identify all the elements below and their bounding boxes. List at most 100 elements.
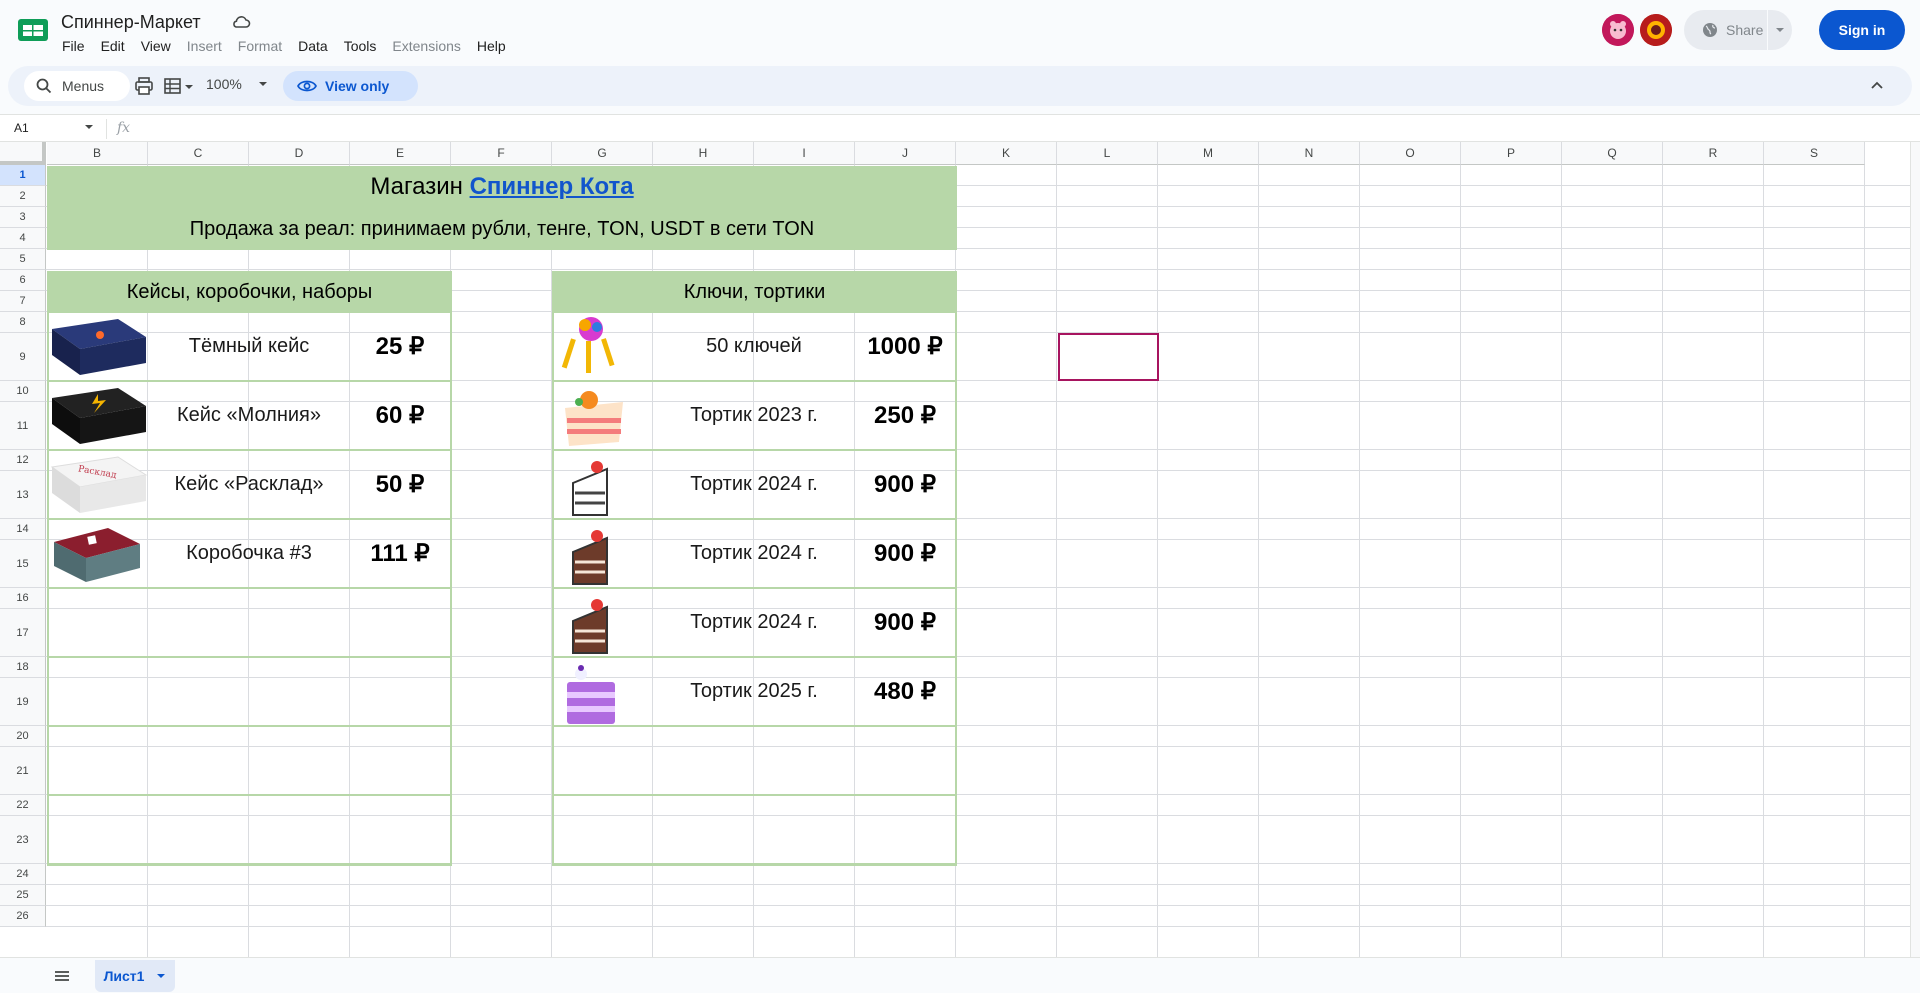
row-header-13[interactable]: 13 (0, 471, 46, 519)
row-header-2[interactable]: 2 (0, 186, 46, 207)
column-header-d[interactable]: D (249, 142, 350, 165)
column-header-g[interactable]: G (552, 142, 653, 165)
view-only-label: View only (325, 78, 390, 94)
vertical-scrollbar[interactable] (1910, 142, 1920, 957)
row-header-21[interactable]: 21 (0, 747, 46, 795)
row-header-17[interactable]: 17 (0, 609, 46, 657)
column-header-o[interactable]: O (1360, 142, 1461, 165)
viewer-avatar[interactable] (1602, 14, 1634, 46)
column-header-e[interactable]: E (350, 142, 451, 165)
selected-cell[interactable] (1058, 333, 1159, 381)
left-table-item-price: 60 ₽ (375, 402, 425, 429)
row-header-14[interactable]: 14 (0, 519, 46, 540)
row-header-9[interactable]: 9 (0, 333, 46, 381)
column-header-j[interactable]: J (855, 142, 956, 165)
menu-tools[interactable]: Tools (336, 36, 385, 56)
row-header-1[interactable]: 1 (0, 165, 46, 186)
sign-in-button[interactable]: Sign in (1819, 10, 1905, 50)
zoom-value: 100% (206, 76, 242, 92)
left-table-item-price: 111 ₽ (370, 540, 430, 567)
row-header-25[interactable]: 25 (0, 885, 46, 906)
menu-view[interactable]: View (133, 36, 179, 56)
all-sheets-menu-icon[interactable] (53, 967, 71, 985)
column-header-l[interactable]: L (1057, 142, 1158, 165)
left-table-item-name: Кейс «Расклад» (174, 473, 324, 495)
cake-2024-choc-icon (572, 529, 608, 585)
left-table-row-separator (47, 725, 452, 727)
menus-search-button[interactable]: Menus (24, 71, 130, 101)
select-all-corner[interactable] (0, 142, 46, 165)
menu-data[interactable]: Data (290, 36, 336, 56)
column-header-q[interactable]: Q (1562, 142, 1663, 165)
column-header-b[interactable]: B (47, 142, 148, 165)
row-header-24[interactable]: 24 (0, 864, 46, 885)
column-header-f[interactable]: F (451, 142, 552, 165)
page-title: Магазин Спиннер Кота (47, 166, 957, 208)
title-link[interactable]: Спиннер Кота (470, 173, 634, 201)
menu-bar: File Edit View Insert Format Data Tools … (54, 36, 514, 56)
menu-extensions: Extensions (392, 38, 461, 54)
row-header-18[interactable]: 18 (0, 657, 46, 678)
column-header-p[interactable]: P (1461, 142, 1562, 165)
menu-file[interactable]: File (54, 36, 93, 56)
column-header-i[interactable]: I (754, 142, 855, 165)
column-header-r[interactable]: R (1663, 142, 1764, 165)
right-table-row-separator (552, 863, 957, 865)
row-header-23[interactable]: 23 (0, 816, 46, 864)
sheet-tab-active[interactable]: Лист1 (95, 960, 175, 992)
row-header-3[interactable]: 3 (0, 207, 46, 228)
menu-insert: Insert (186, 38, 222, 54)
caret-down-icon[interactable] (84, 124, 94, 132)
row-header-19[interactable]: 19 (0, 678, 46, 726)
column-header-c[interactable]: C (148, 142, 249, 165)
gridline-h (46, 905, 1910, 906)
gridline-v (1662, 165, 1663, 957)
right-table-item-price: 480 ₽ (874, 678, 936, 705)
name-box[interactable]: A1 (14, 121, 29, 135)
share-dropdown[interactable] (1768, 27, 1792, 33)
viewer-avatar[interactable] (1640, 14, 1672, 46)
cloud-saved-icon[interactable] (231, 14, 251, 30)
row-header-5[interactable]: 5 (0, 249, 46, 270)
gridline-h (46, 269, 1910, 270)
share-button[interactable]: Share (1684, 10, 1792, 50)
row-header-15[interactable]: 15 (0, 540, 46, 588)
column-header-n[interactable]: N (1259, 142, 1360, 165)
row-header-4[interactable]: 4 (0, 228, 46, 249)
row-header-10[interactable]: 10 (0, 381, 46, 402)
document-title[interactable]: Спиннер-Маркет (61, 12, 201, 33)
zoom-select[interactable]: 100% (206, 76, 268, 92)
eye-icon (297, 80, 317, 92)
formula-bar: A1 fx (0, 114, 1920, 142)
left-table-row-separator (47, 863, 452, 865)
chevron-up-icon[interactable] (1868, 77, 1886, 95)
print-icon[interactable] (134, 76, 154, 96)
row-header-12[interactable]: 12 (0, 450, 46, 471)
column-header-k[interactable]: K (956, 142, 1057, 165)
table-format-icon[interactable] (163, 76, 183, 96)
menu-help[interactable]: Help (469, 36, 514, 56)
row-header-7[interactable]: 7 (0, 291, 46, 312)
column-header-s[interactable]: S (1764, 142, 1865, 165)
menu-edit[interactable]: Edit (93, 36, 133, 56)
view-only-button[interactable]: View only (283, 71, 418, 101)
row-header-8[interactable]: 8 (0, 312, 46, 333)
left-table-item-price: 50 ₽ (375, 471, 425, 498)
right-table-item-price: 900 ₽ (874, 609, 936, 636)
spreadsheet-grid[interactable]: BCDEFGHIJKLMNOPQRS 1 2 3 4 5 6 7 8 9 10 11 12 13 14 15… (0, 142, 1920, 957)
row-header-20[interactable]: 20 (0, 726, 46, 747)
right-table-item-name: 50 ключей (706, 335, 802, 357)
caret-down-icon[interactable] (184, 76, 194, 96)
row-header-16[interactable]: 16 (0, 588, 46, 609)
gridline-v (1157, 165, 1158, 957)
row-header-22[interactable]: 22 (0, 795, 46, 816)
sheets-logo-icon[interactable] (17, 18, 49, 42)
top-bar: Спиннер-Маркет File Edit View Insert For… (0, 0, 1920, 62)
column-header-h[interactable]: H (653, 142, 754, 165)
row-header-26[interactable]: 26 (0, 906, 46, 927)
right-table-item-name: Тортик 2025 г. (690, 680, 818, 702)
row-header-11[interactable]: 11 (0, 402, 46, 450)
row-header-6[interactable]: 6 (0, 270, 46, 291)
column-header-m[interactable]: M (1158, 142, 1259, 165)
toolbar: Menus 100% View only (8, 66, 1912, 106)
